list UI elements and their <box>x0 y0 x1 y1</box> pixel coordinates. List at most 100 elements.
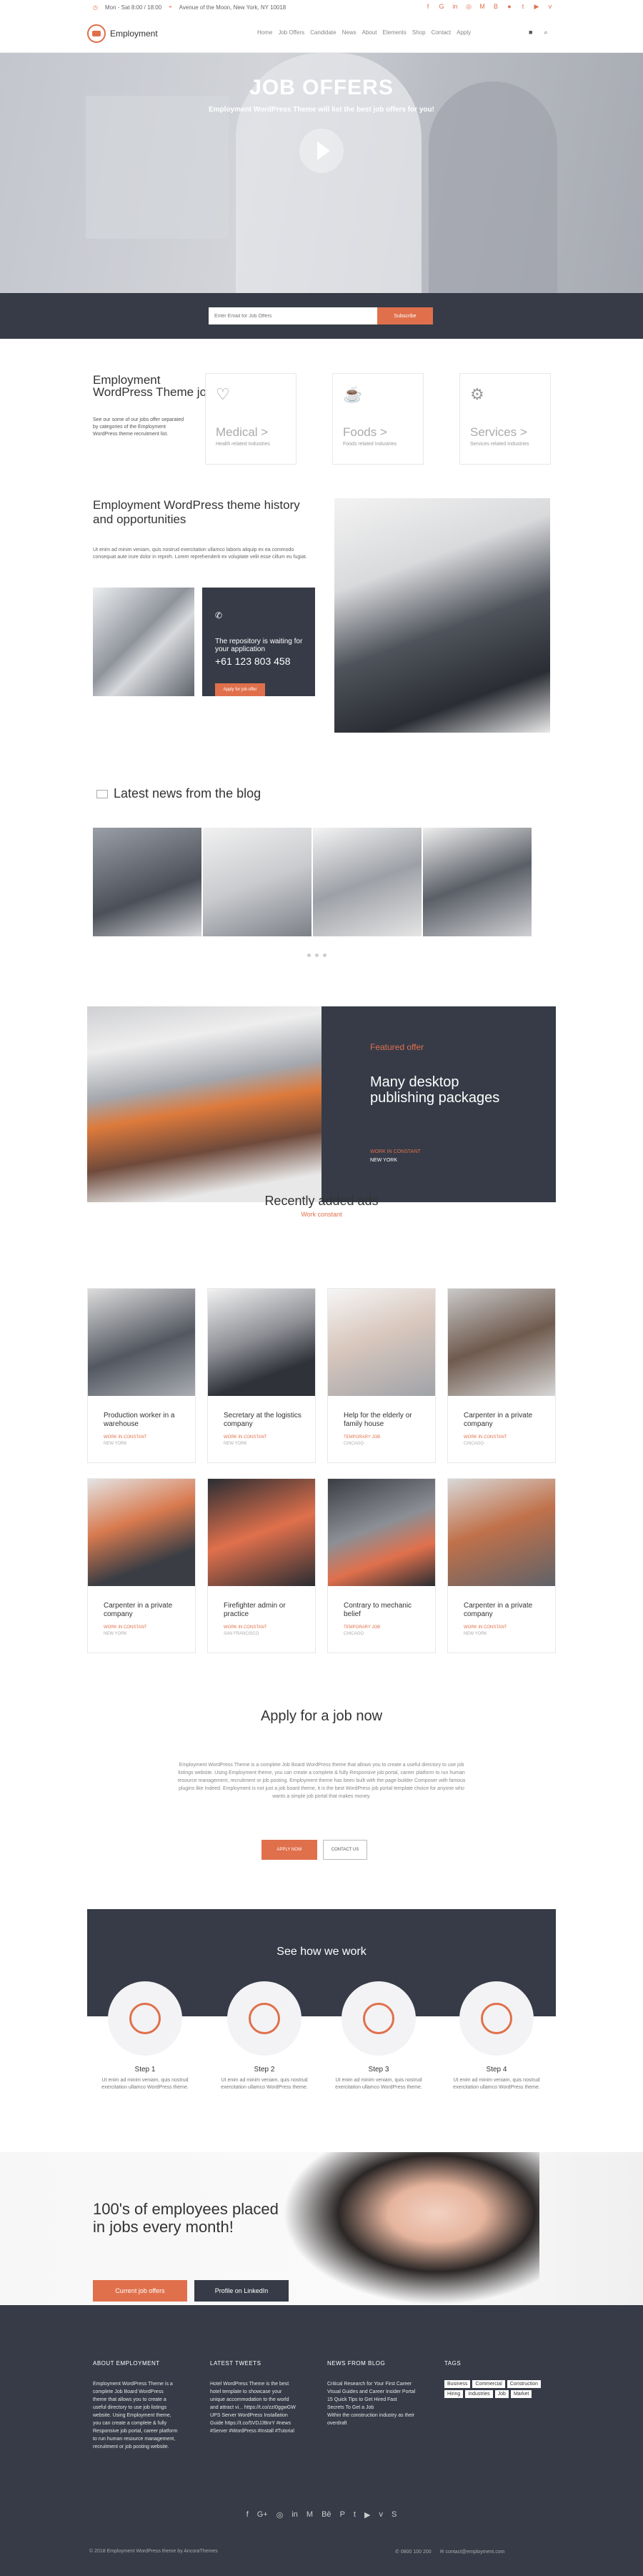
cart-icon[interactable]: ■ <box>529 29 532 36</box>
facebook-icon[interactable]: f <box>424 3 432 10</box>
tag[interactable]: Job <box>494 2390 509 2398</box>
tag[interactable]: Business <box>444 2380 471 2388</box>
blog-post-image[interactable] <box>423 828 532 936</box>
carousel-dot[interactable] <box>323 953 327 957</box>
footer-phone[interactable]: ✆ 0800 100 200 <box>395 2549 432 2555</box>
email-input[interactable] <box>209 307 377 325</box>
carousel-dot[interactable] <box>307 953 311 957</box>
menu-item-contact[interactable]: Contact <box>432 29 452 36</box>
google-plus-icon[interactable]: G+ <box>257 2510 268 2520</box>
featured-offer-box[interactable]: Featured offer Many desktop publishing p… <box>322 1006 556 1202</box>
ad-card[interactable]: Production worker in a warehouse WORK IN… <box>87 1288 196 1463</box>
tag[interactable]: Commercial <box>472 2380 505 2388</box>
news-link[interactable]: Critical Research for Your First Career <box>327 2380 434 2388</box>
menu-item-candidate[interactable]: Candidate <box>310 29 336 36</box>
apply-offer-button[interactable]: Apply for job offer <box>215 683 265 696</box>
news-link[interactable]: 15 Quick Tips to Get Hired Fast <box>327 2396 434 2404</box>
google-plus-icon[interactable]: G <box>438 3 445 10</box>
logo[interactable]: Employment <box>87 24 158 43</box>
pinterest-icon[interactable]: P <box>340 2510 345 2520</box>
contact-us-button[interactable]: CONTACT US <box>323 1840 367 1860</box>
ad-card[interactable]: Contrary to mechanic belief TEMPORARY JO… <box>327 1478 436 1653</box>
ad-title: Carpenter in a private company <box>464 1602 533 1618</box>
instagram-icon[interactable]: ◎ <box>465 3 472 10</box>
tag[interactable]: Market <box>510 2390 532 2398</box>
menu-item-news[interactable]: News <box>342 29 357 36</box>
blog-post-image[interactable] <box>313 828 422 936</box>
category-foods[interactable]: ☕ Foods > Foods related Industries <box>332 373 424 465</box>
ad-location: SAN FRANCISCO <box>224 1632 259 1636</box>
ad-location: NEW YORK <box>224 1442 247 1446</box>
menu-item-elements[interactable]: Elements <box>383 29 407 36</box>
linkedin-profile-button[interactable]: Profile on LinkedIn <box>194 2280 289 2302</box>
menu-item-job-offers[interactable]: Job Offers <box>278 29 304 36</box>
ad-image <box>88 1289 195 1396</box>
twitter-icon[interactable]: t <box>354 2510 356 2520</box>
hero-title: JOB OFFERS <box>249 76 394 99</box>
youtube-icon[interactable]: ▶ <box>533 3 540 10</box>
category-services[interactable]: ⚙ Services > Services related Industries <box>459 373 551 465</box>
featured-location: NEW YORK <box>370 1158 397 1163</box>
news-link[interactable]: Within the construction industry as thei… <box>327 2412 434 2427</box>
history-description: Ut enim ad minim veniam, quis nostrud ex… <box>93 548 307 560</box>
youtube-icon[interactable]: ▶ <box>364 2510 370 2520</box>
behance-icon[interactable]: B <box>492 3 499 10</box>
medium-icon[interactable]: M <box>306 2510 313 2520</box>
ad-company: TEMPORARY JOB <box>344 1625 381 1630</box>
tag[interactable]: Construction <box>507 2380 542 2388</box>
ad-card[interactable]: Firefighter admin or practice WORK IN CO… <box>207 1478 316 1653</box>
vimeo-icon[interactable]: v <box>379 2510 383 2520</box>
ad-card[interactable]: Carpenter in a private company WORK IN C… <box>87 1478 196 1653</box>
footer-news-list: Critical Research for Your First Career … <box>327 2380 434 2427</box>
ad-card[interactable]: Secretary at the logistics company WORK … <box>207 1288 316 1463</box>
category-name: Services > <box>470 425 527 439</box>
tag[interactable]: Industries <box>465 2390 493 2398</box>
hours-text: Mon - Sat 8:00 / 18:00 <box>104 4 162 11</box>
ad-title: Production worker in a warehouse <box>104 1412 175 1428</box>
menu-item-apply[interactable]: Apply <box>457 29 471 36</box>
ad-image <box>328 1289 435 1396</box>
current-offers-button[interactable]: Current job offers <box>93 2280 187 2302</box>
apply-title: Apply for a job now <box>260 1708 383 1724</box>
ad-company: WORK IN CONSTANT <box>224 1625 267 1630</box>
medium-icon[interactable]: M <box>479 3 486 10</box>
subscribe-button[interactable]: Subscribe <box>377 307 433 325</box>
footer-email[interactable]: ✉ contact@employment.com <box>440 2549 505 2555</box>
ad-card[interactable]: Carpenter in a private company WORK IN C… <box>447 1478 556 1653</box>
menu-item-about[interactable]: About <box>362 29 377 36</box>
category-medical[interactable]: ♡ Medical > Health related Industries <box>205 373 296 465</box>
instagram-icon[interactable]: ◎ <box>276 2510 284 2520</box>
nav-icons: ■ ⌕ <box>529 29 547 36</box>
phone-icon: ✆ <box>395 2550 401 2555</box>
linkedin-icon[interactable]: in <box>291 2510 298 2520</box>
ad-image <box>208 1479 315 1586</box>
behance-icon[interactable]: Bē <box>322 2510 331 2520</box>
menu-item-shop[interactable]: Shop <box>412 29 426 36</box>
ad-company: WORK IN CONSTANT <box>464 1625 507 1630</box>
twitter-icon[interactable]: t <box>519 3 527 10</box>
vimeo-icon[interactable]: v <box>547 3 554 10</box>
facebook-icon[interactable]: f <box>246 2510 249 2520</box>
blog-post-image[interactable] <box>93 828 201 936</box>
repository-text: The repository is waiting for your appli… <box>215 638 303 653</box>
footer-tags: Business Commercial Construction Hiring … <box>444 2380 544 2398</box>
tag[interactable]: Hiring <box>444 2390 464 2398</box>
linkedin-icon[interactable]: in <box>452 3 459 10</box>
ad-card[interactable]: Help for the elderly or family house TEM… <box>327 1288 436 1463</box>
flickr-icon[interactable]: ● <box>506 3 513 10</box>
skype-icon[interactable]: S <box>392 2510 397 2520</box>
blog-post-image[interactable] <box>203 828 311 936</box>
news-link[interactable]: Secrets To Get a Job <box>327 2404 434 2412</box>
carousel-dot[interactable] <box>315 953 319 957</box>
news-link[interactable]: Visual Guides and Career Insider Portal <box>327 2388 434 2396</box>
ad-image <box>328 1479 435 1586</box>
blog-heading: Latest news from the blog <box>96 786 261 801</box>
play-video-button[interactable] <box>299 129 344 173</box>
category-sub: Health related Industries <box>216 442 270 447</box>
ad-location: CHICAGO <box>464 1442 484 1446</box>
ad-company: WORK IN CONSTANT <box>224 1435 267 1440</box>
search-icon[interactable]: ⌕ <box>544 29 547 36</box>
apply-now-button[interactable]: APPLY NOW <box>261 1840 317 1860</box>
menu-item-home[interactable]: Home <box>257 29 272 36</box>
ad-card[interactable]: Carpenter in a private company WORK IN C… <box>447 1288 556 1463</box>
